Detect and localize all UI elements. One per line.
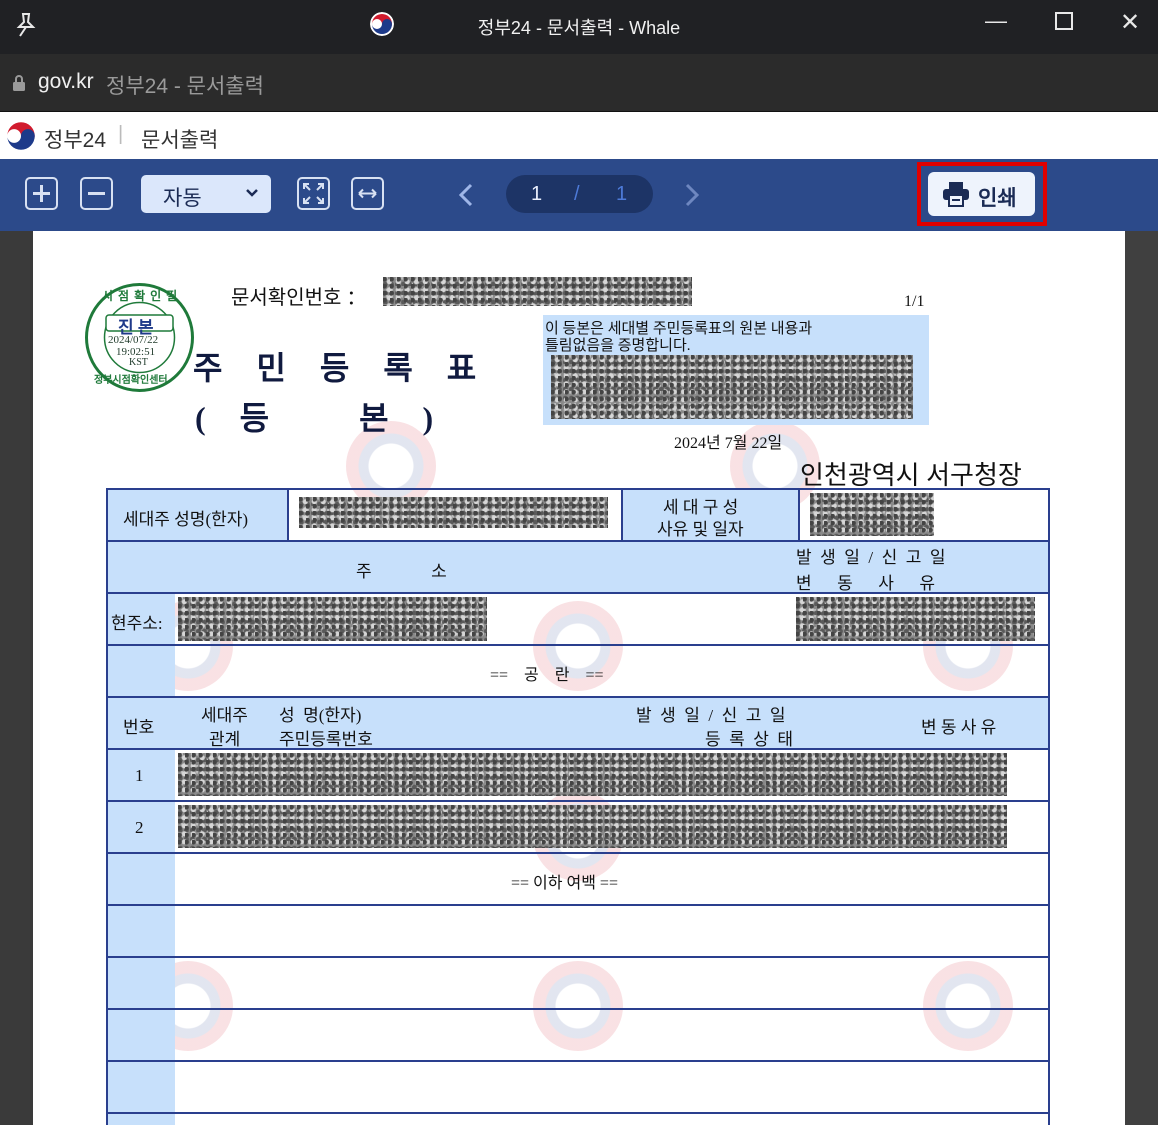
print-button[interactable]: 인쇄 [928,172,1035,216]
member-row-number: 1 [135,766,144,785]
table-rule [621,488,623,541]
page-separator: / [574,183,580,205]
blank-section-label: == 공 란 == [490,667,604,684]
verification-stamp: 시 점 확 인 필 진 본 2024/07/22 19:02:51 KST 정부… [84,282,195,393]
document-page: 문서확인번호 ： 1/1 시 점 확 인 필 진 본 2024/07/22 19… [33,231,1125,1125]
table-rule [106,904,1050,906]
current-address-label: 현주소: [111,614,163,633]
end-of-list-label: == 이하 여백 == [511,875,618,892]
table-rule [106,800,1050,802]
window-title-bar: 정부24 - 문서출력 - Whale — ✕ [0,0,1158,54]
table-rule [106,1112,1050,1114]
minimize-icon[interactable]: — [985,8,1007,34]
issue-date: 2024년 7월 22일 [674,435,783,452]
household-comp-label-2: 사유 및 일자 [657,520,744,539]
member-row-number: 2 [135,818,144,837]
maximize-icon[interactable] [1055,12,1073,30]
plus-box-icon [33,185,50,202]
cert-line-2: 틀림없음을 증명합니다. [545,338,691,354]
table-rule [287,488,289,541]
fit-page-icon [303,183,324,204]
lock-icon [12,74,26,97]
member-row-redacted [178,753,1007,796]
col-name-2: 주민등록번호 [279,730,373,749]
current-address-redacted [178,597,487,641]
doc-number-redacted [383,277,692,306]
address-label: 주 소 [356,562,447,581]
issuer-name: 인천광역시 서구청장 [800,461,1022,490]
table-rule [106,488,108,1125]
zoom-mode-select[interactable]: 자동 [141,175,271,213]
zoom-mode-value: 자동 [163,187,202,210]
brand-separator: | [118,123,124,145]
table-rule [106,852,1050,854]
doc-number-label: 문서확인번호 ： [231,287,367,309]
close-icon[interactable]: ✕ [1120,8,1140,37]
occur-date-label: 발 생 일 / 신 고 일 [796,548,946,567]
app-section-title: 문서출력 [141,129,219,152]
chevron-down-icon [245,183,259,209]
total-pages: 1 [616,183,628,205]
col-date-1: 발 생 일 / 신 고 일 [636,706,786,725]
fit-width-icon [358,188,377,199]
printer-icon [942,181,970,213]
current-page-input[interactable]: 1 [531,183,542,206]
table-rule [106,540,1050,542]
householder-name-redacted [299,497,608,528]
document-subtitle: ( 등 본 ) [195,400,440,436]
col-relation-1: 세대주 [201,706,248,725]
address-page-title: 정부24 - 문서출력 [106,75,264,98]
col-number: 번호 [123,718,155,737]
prev-page-icon[interactable] [456,182,476,213]
watermark-emblem [923,961,1013,1051]
table-rule [106,696,1050,698]
table-rule [106,956,1050,958]
stamp-tz: KST [129,357,148,368]
next-page-icon[interactable] [682,182,702,213]
household-comp-redacted [810,493,934,536]
table-rule [106,1060,1050,1062]
member-row-redacted [178,805,1007,848]
app-brand[interactable]: 정부24 [44,124,106,154]
print-label: 인쇄 [978,187,1017,210]
cert-detail-redacted [551,355,913,419]
zoom-out-button[interactable] [80,177,113,210]
col-change-reason: 변 동 사 유 [921,718,997,737]
stamp-bottom-text: 정부시점확인센터 [94,375,168,386]
address-host: gov.kr [38,70,94,93]
document-title: 주 민 등 록 표 [193,350,483,386]
col-date-2: 등 록 상 태 [705,730,794,749]
fit-width-button[interactable] [351,177,384,210]
app-header: 정부24 | 문서출력 [0,112,1158,159]
fit-page-button[interactable] [297,177,330,210]
minus-box-icon [88,192,105,195]
col-relation-2: 관계 [209,730,241,749]
col-name-1: 성 명(한자) [279,706,362,725]
gov-emblem-icon [6,121,36,156]
table-rule [106,644,1050,646]
householder-name-label: 세대주 성명(한자) [123,510,249,529]
page-of-total: 1/1 [904,293,925,310]
table-rule [1048,488,1050,1125]
page-indicator: 1 / 1 [506,175,653,213]
table-rule [798,488,800,541]
stamp-top-text: 시 점 확 인 필 [102,289,179,303]
change-reason-label: 변 동 사 유 [796,574,936,593]
current-address-date-redacted [796,597,1035,641]
address-bar[interactable]: gov.kr 정부24 - 문서출력 [0,54,1158,112]
zoom-in-button[interactable] [25,177,58,210]
watermark-emblem [533,961,623,1051]
stamp-date: 2024/07/22 [108,334,159,346]
members-header-row [107,697,1049,749]
table-rule [106,488,1050,490]
viewer-scrollbar[interactable] [1125,231,1158,1125]
table-rule [106,1008,1050,1010]
left-band [107,749,175,1125]
table-rule [106,748,1050,750]
